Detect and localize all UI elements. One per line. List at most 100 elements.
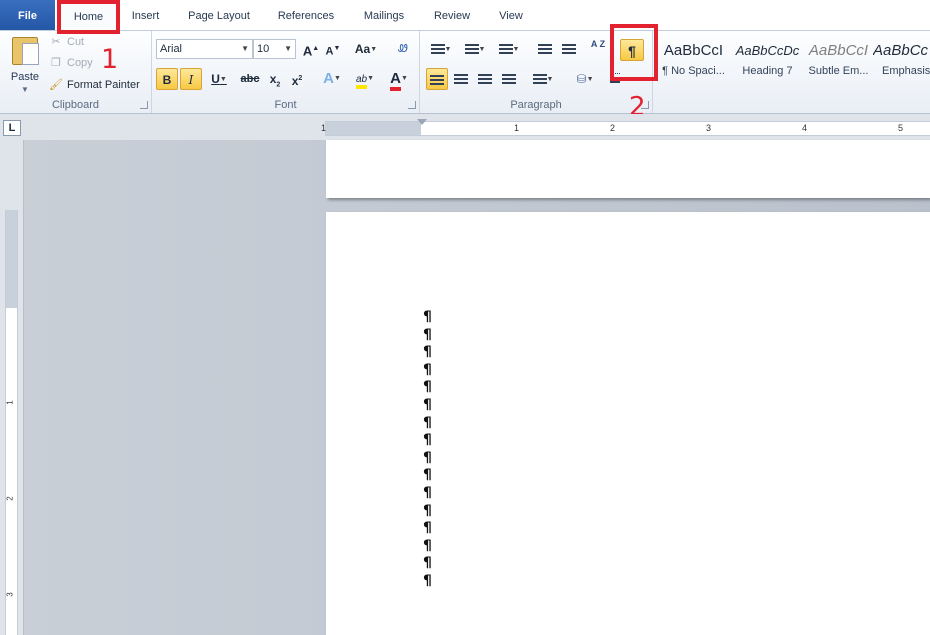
chevron-down-icon: ▼	[21, 85, 29, 94]
font-launcher-icon[interactable]	[408, 101, 416, 109]
bullets-icon	[430, 44, 445, 56]
ruler-number: 4	[802, 123, 808, 133]
style-sample: AaBbCcDc	[735, 43, 800, 58]
paragraph-mark: ¶	[423, 379, 432, 396]
decrease-indent-button[interactable]	[534, 38, 556, 60]
ruler-number: 3	[5, 592, 15, 597]
paragraph-mark: ¶	[423, 397, 432, 413]
paragraph-mark: ¶	[423, 309, 432, 325]
italic-icon: I	[188, 73, 194, 87]
style-subtle-emphasis[interactable]: AaBbCcI Subtle Em...	[802, 37, 875, 89]
previous-page[interactable]	[326, 140, 930, 198]
vertical-ruler[interactable]: 1 2 3	[5, 210, 18, 635]
highlight-button[interactable]: ab▼	[349, 68, 381, 90]
font-color-button[interactable]: A▼	[385, 68, 413, 91]
style-heading-7[interactable]: AaBbCcDc Heading 7	[731, 37, 804, 89]
subscript-button[interactable]: x2	[264, 68, 286, 90]
multilevel-list-icon	[498, 44, 513, 56]
font-group: Arial ▼ 10 ▼ A▲ A▼ Aa▼ Ꮺ B I U▼ abc x2 x2 …	[152, 31, 420, 113]
numbering-icon	[464, 44, 479, 56]
chevron-down-icon: ▼	[241, 44, 249, 53]
sort-icon: A Z	[590, 39, 606, 49]
text-effects-button[interactable]: A▼	[318, 68, 346, 90]
paragraph-mark: ¶	[423, 573, 432, 589]
align-right-button[interactable]	[474, 68, 496, 90]
document-page[interactable]: ¶ ¶ ¶ ¶ ¶ ¶ ¶ ¶ ¶ ¶ ¶ ¶ ¶ ¶ ¶ ¶	[326, 212, 930, 635]
multilevel-list-button[interactable]: ▼	[494, 38, 524, 60]
style-sample: AaBbCc	[873, 42, 929, 59]
tab-review[interactable]: Review	[426, 0, 478, 30]
style-no-spacing[interactable]: AaBbCcI ¶ No Spaci...	[657, 37, 730, 89]
increase-indent-button[interactable]	[558, 38, 580, 60]
font-size-combo[interactable]: 10 ▼	[253, 39, 296, 59]
numbering-button[interactable]: ▼	[460, 38, 490, 60]
clipboard-group-label: Clipboard	[51, 99, 100, 111]
grow-font-button[interactable]: A▲	[300, 38, 322, 60]
strikethrough-icon: abc	[240, 73, 260, 85]
style-name: Subtle Em...	[808, 65, 869, 77]
superscript-button[interactable]: x2	[286, 68, 308, 90]
ruler-number: 2	[5, 496, 15, 501]
tab-mailings[interactable]: Mailings	[355, 0, 413, 30]
justify-button[interactable]	[498, 68, 520, 90]
paragraph-mark: ¶	[423, 449, 432, 466]
italic-button[interactable]: I	[180, 68, 202, 90]
style-name: Heading 7	[742, 65, 793, 77]
copy-label: Copy	[67, 57, 93, 69]
align-left-button[interactable]	[426, 68, 448, 90]
paragraph-mark: ¶	[423, 537, 432, 554]
paragraph-mark: ¶	[423, 361, 432, 378]
ruler-margin	[6, 210, 17, 308]
font-name-combo[interactable]: Arial ▼	[156, 39, 253, 59]
scissors-icon: ✂	[51, 36, 61, 48]
tab-stop-selector[interactable]: L	[3, 120, 21, 136]
tab-page-layout[interactable]: Page Layout	[180, 0, 258, 30]
increase-indent-icon	[562, 44, 576, 56]
paste-button[interactable]: Paste ▼	[6, 33, 44, 94]
align-right-icon	[478, 74, 492, 86]
bullets-button[interactable]: ▼	[426, 38, 456, 60]
decrease-indent-icon	[538, 44, 552, 56]
align-left-icon	[430, 75, 444, 87]
copy-icon: ❐	[51, 57, 61, 69]
ruler-number: 2	[610, 123, 616, 133]
line-spacing-button[interactable]: ▼	[528, 68, 558, 90]
sort-button[interactable]: A Z	[586, 38, 610, 60]
style-name: ¶ No Spaci...	[662, 65, 725, 77]
step-number-1: 1	[101, 44, 119, 75]
tab-file[interactable]: File	[0, 0, 55, 30]
ribbon-tab-strip: File Home Insert Page Layout References …	[0, 0, 930, 31]
justify-icon	[502, 74, 516, 86]
change-case-icon: Aa	[354, 42, 371, 56]
tab-view[interactable]: View	[491, 0, 531, 30]
strikethrough-button[interactable]: abc	[238, 68, 262, 90]
chevron-down-icon: ▼	[284, 44, 292, 53]
clipboard-icon	[12, 37, 39, 65]
shrink-font-button[interactable]: A▼	[322, 38, 344, 60]
shrink-font-icon: A	[325, 45, 334, 58]
ruler-number: 1	[514, 123, 520, 133]
clipboard-launcher-icon[interactable]	[140, 101, 148, 109]
style-emphasis[interactable]: AaBbCc Emphasis	[873, 37, 930, 89]
highlighter-icon: ab	[355, 73, 368, 89]
paintbrush-icon: 🖌	[49, 79, 63, 91]
underline-button[interactable]: U▼	[205, 68, 233, 90]
font-color-icon: A	[390, 70, 401, 91]
format-painter-button[interactable]: 🖌 Format Painter	[49, 76, 140, 94]
indent-marker-icon[interactable]	[417, 119, 427, 125]
highlight-box-show-hide	[610, 24, 658, 81]
bold-button[interactable]: B	[156, 68, 178, 90]
paragraph-mark: ¶	[423, 485, 432, 501]
paragraph-mark: ¶	[423, 326, 432, 343]
clear-formatting-button[interactable]: Ꮺ	[392, 38, 414, 60]
shading-button[interactable]: ⛁▼	[570, 68, 600, 90]
tab-insert[interactable]: Insert	[123, 0, 168, 30]
cut-button[interactable]: ✂ Cut	[49, 33, 84, 51]
cut-label: Cut	[67, 36, 85, 48]
align-center-icon	[454, 74, 468, 86]
change-case-button[interactable]: Aa▼	[352, 38, 380, 60]
tab-references[interactable]: References	[271, 0, 341, 30]
align-center-button[interactable]	[450, 68, 472, 90]
horizontal-ruler[interactable]: 1 1 2 3 4 5	[321, 119, 930, 136]
copy-button[interactable]: ❐ Copy	[49, 54, 93, 72]
